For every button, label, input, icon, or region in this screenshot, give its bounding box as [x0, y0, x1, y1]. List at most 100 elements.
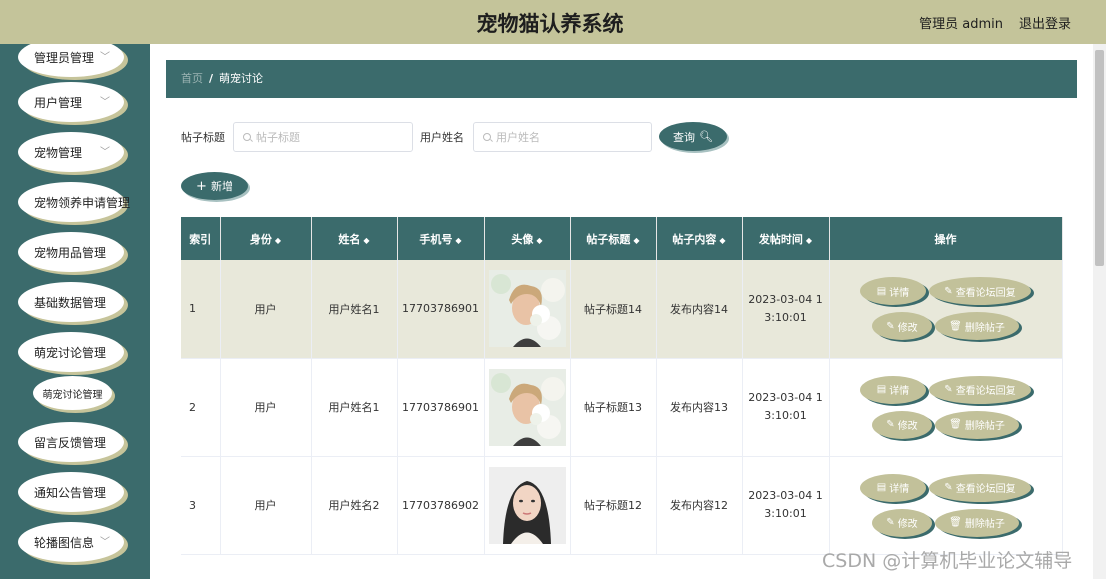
edit-button[interactable]: ✎ 修改: [872, 312, 932, 341]
sidebar-item-admin[interactable]: 管理员管理 ﹀: [18, 44, 124, 77]
edit-icon: ✎: [886, 517, 895, 528]
sidebar-item-adoption[interactable]: 宠物领养申请管理: [18, 182, 130, 222]
logout-link[interactable]: 退出登录: [1019, 13, 1071, 32]
edit-button[interactable]: ✎ 修改: [872, 508, 932, 537]
sort-icon: ◆: [536, 235, 543, 245]
sort-icon: ◆: [633, 235, 640, 245]
sidebar-item-label: 宠物领养申请管理: [34, 195, 131, 210]
time-line: 2023-03-04 1: [748, 391, 823, 404]
document-icon: ▤: [876, 482, 887, 493]
sidebar-subitem-discussion[interactable]: 萌宠讨论管理: [33, 376, 112, 410]
breadcrumb-home[interactable]: 首页: [181, 72, 203, 85]
edit-icon: ✎: [944, 482, 953, 493]
cell-phone: 17703786902: [397, 456, 485, 555]
sidebar-item-label: 用户管理: [34, 95, 83, 110]
column-header[interactable]: 姓名 ◆: [311, 217, 398, 260]
sidebar-item-basedata[interactable]: 基础数据管理: [18, 282, 124, 322]
watermark: CSDN @计算机毕业论文辅导: [822, 550, 1073, 572]
cell-index: 1: [181, 260, 221, 359]
time-line: 3:10:01: [764, 507, 807, 520]
cell-content: 发布内容14: [656, 260, 743, 359]
column-header[interactable]: 帖子标题 ◆: [570, 217, 657, 260]
column-header[interactable]: 身份 ◆: [220, 217, 312, 260]
time-line: 2023-03-04 1: [748, 292, 823, 306]
sidebar-item-label: 留言反馈管理: [34, 435, 107, 450]
cell-avatar: [484, 358, 571, 457]
cell-name: 用户姓名1: [311, 260, 398, 359]
sidebar-item-users[interactable]: 用户管理 ﹀: [18, 82, 124, 122]
name-search-placeholder: 用户姓名: [496, 131, 540, 144]
column-header[interactable]: 发帖时间 ◆: [742, 217, 830, 260]
cell-time: 2023-03-04 1 3:10:01: [742, 358, 830, 457]
cell-content: 发布内容13: [656, 358, 743, 457]
cell-actions: ▤ 详情 ✎ 查看论坛回复 ✎ 修改 🗑︎ 删除帖子: [829, 358, 1063, 457]
cell-role: 用户: [220, 456, 312, 555]
cell-time: 2023-03-04 1 3:10:01: [742, 456, 830, 555]
sidebar-item-label: 基础数据管理: [34, 295, 107, 310]
sidebar-item-label: 宠物管理: [34, 145, 83, 160]
vertical-scrollbar[interactable]: [1093, 44, 1106, 579]
chevron-down-icon: ﹀: [100, 537, 110, 548]
sidebar-item-notice[interactable]: 通知公告管理: [18, 472, 124, 512]
table-row: 2 用户 用户姓名1 17703786901 帖子标题13 发布内容13 2023-03-0…: [181, 358, 1063, 457]
sidebar-item-label: 通知公告管理: [34, 485, 107, 500]
trash-icon: 🗑︎: [949, 419, 962, 430]
table-row: 1 用户 用户姓名1 17703786901 帖子标题14 发布内容14 2023-03-0…: [181, 260, 1063, 359]
sidebar-item-discussion[interactable]: 萌宠讨论管理: [18, 332, 124, 372]
view-replies-button[interactable]: ✎ 查看论坛回复: [929, 375, 1031, 404]
avatar: [488, 466, 566, 544]
delete-post-button[interactable]: 🗑︎ 删除帖子: [935, 410, 1019, 439]
scrollbar-thumb[interactable]: [1095, 50, 1104, 266]
search-button[interactable]: 查询 🔍︎: [659, 122, 727, 151]
cell-phone: 17703786901: [397, 260, 485, 359]
column-header[interactable]: 帖子内容 ◆: [656, 217, 743, 260]
delete-post-button[interactable]: 🗑︎ 删除帖子: [935, 508, 1019, 537]
sidebar-item-pets[interactable]: 宠物管理 ﹀: [18, 132, 124, 172]
trash-icon: 🗑︎: [949, 517, 962, 528]
search-icon: [483, 133, 491, 141]
chevron-down-icon: ﹀: [100, 97, 110, 108]
cell-avatar: [484, 456, 571, 555]
detail-button[interactable]: ▤ 详情: [860, 473, 926, 502]
cell-avatar: [484, 260, 571, 359]
search-icon: 🔍︎: [699, 130, 713, 143]
column-header: 索引: [181, 217, 221, 260]
cell-role: 用户: [220, 358, 312, 457]
detail-button[interactable]: ▤ 详情: [860, 277, 926, 306]
cell-title: 帖子标题14: [570, 260, 657, 359]
view-replies-button[interactable]: ✎ 查看论坛回复: [929, 277, 1031, 306]
table-header-row: 索引 身份 ◆ 姓名 ◆ 手机号 ◆ 头像 ◆ 帖子标题 ◆ 帖子内容 ◆ 发帖时间 ◆ 操作: [181, 217, 1063, 260]
search-icon: [243, 133, 251, 141]
sidebar-item-label: 管理员管理: [34, 50, 95, 65]
cell-content: 发布内容12: [656, 456, 743, 555]
top-header: 宠物猫认养系统 管理员 admin 退出登录: [0, 0, 1106, 44]
sidebar-item-feedback[interactable]: 留言反馈管理: [18, 422, 124, 462]
view-replies-button[interactable]: ✎ 查看论坛回复: [929, 473, 1031, 502]
edit-icon: ✎: [886, 419, 895, 430]
time-line: 2023-03-04 1: [748, 489, 823, 502]
add-button[interactable]: + 新增: [181, 172, 248, 200]
chevron-down-icon: ﹀: [100, 147, 110, 158]
time-line: 3:10:01: [764, 310, 807, 324]
sort-icon: ◆: [363, 235, 370, 245]
sidebar-item-label: 轮播图信息: [34, 535, 95, 550]
name-search-input[interactable]: 用户姓名: [473, 122, 652, 152]
edit-icon: ✎: [944, 285, 953, 297]
delete-post-button[interactable]: 🗑︎ 删除帖子: [935, 312, 1019, 341]
admin-label: 管理员 admin: [919, 17, 1003, 32]
detail-button[interactable]: ▤ 详情: [860, 375, 926, 404]
sidebar-item-label: 萌宠讨论管理: [34, 345, 107, 360]
avatar: [488, 368, 566, 446]
chevron-down-icon: ﹀: [100, 52, 110, 63]
sort-icon: ◆: [805, 235, 813, 245]
title-search-input[interactable]: 帖子标题: [233, 122, 413, 152]
column-header[interactable]: 手机号 ◆: [397, 217, 485, 260]
sidebar-item-carousel[interactable]: 轮播图信息 ﹀: [18, 522, 124, 562]
edit-button[interactable]: ✎ 修改: [872, 410, 932, 439]
column-header[interactable]: 头像 ◆: [484, 217, 571, 260]
cell-phone: 17703786901: [397, 358, 485, 457]
sort-icon: ◆: [274, 235, 282, 245]
title-search-label: 帖子标题: [181, 131, 225, 144]
breadcrumb: 首页 / 萌宠讨论: [166, 60, 1077, 98]
sidebar-item-supplies[interactable]: 宠物用品管理: [18, 232, 124, 272]
